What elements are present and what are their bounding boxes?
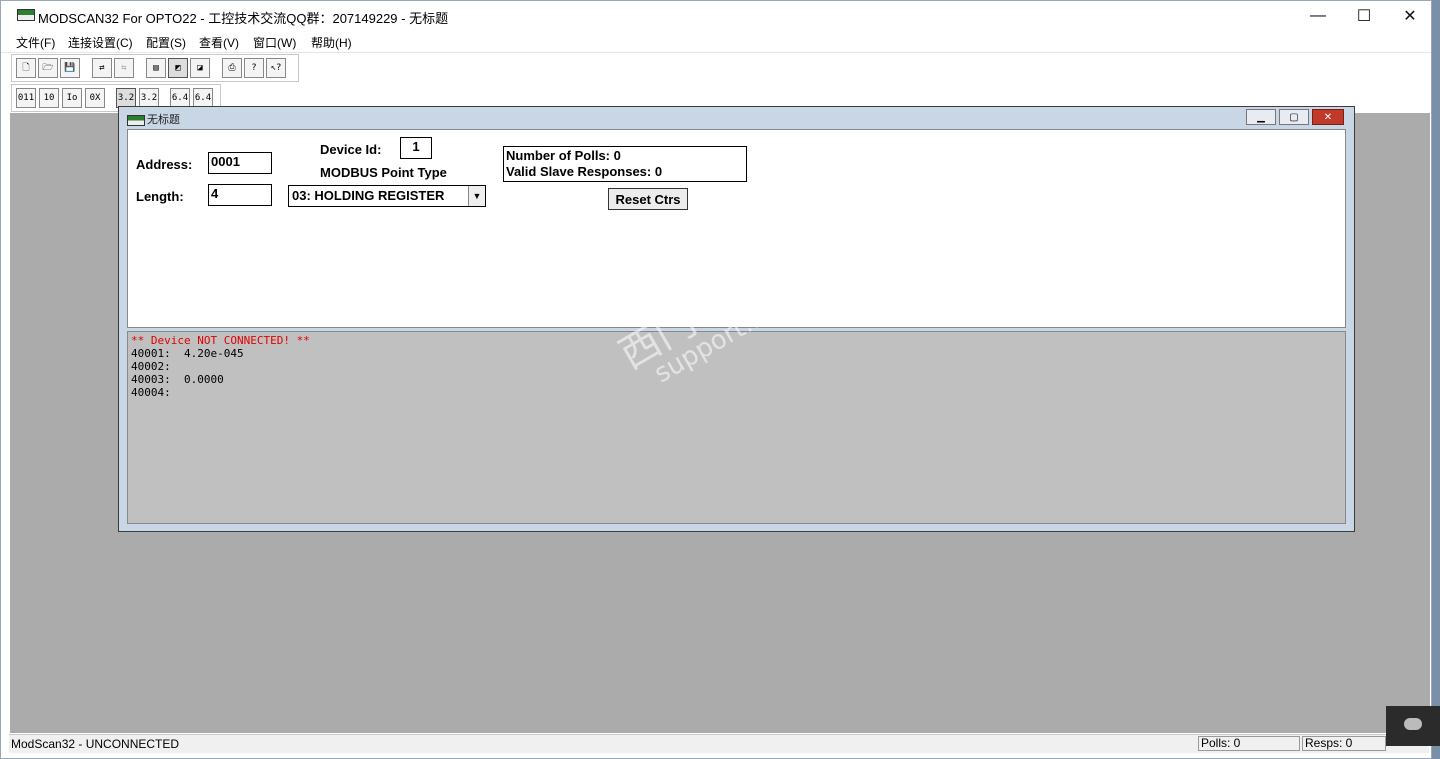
register-row-40004[interactable]: 40004: xyxy=(131,386,1342,399)
new-file-icon[interactable]: 🗋 xyxy=(16,58,36,78)
length-label: Length: xyxy=(136,189,184,204)
register-row-40001[interactable]: 40001: 4.20e-045 xyxy=(131,347,1342,360)
status-polls: Polls: 0 xyxy=(1198,736,1300,751)
display-data-icon[interactable]: ◪ xyxy=(190,58,210,78)
format-binary-icon[interactable]: 011 xyxy=(16,88,36,108)
register-row-40002[interactable]: 40002: xyxy=(131,360,1342,373)
connection-status: ModScan32 - UNCONNECTED xyxy=(11,737,180,751)
window-title: MODSCAN32 For OPTO22 - 工控技术交流QQ群：2071492… xyxy=(38,11,449,26)
system-tray-overlay[interactable] xyxy=(1386,706,1440,746)
main-toolbar: 🗋 🗁 💾 ⇄ ⇆ ▤ ◩ ◪ ⎙ ? ↖? xyxy=(11,54,299,82)
menu-help[interactable]: 帮助(H) xyxy=(311,34,352,51)
close-button[interactable]: ✕ xyxy=(1387,1,1433,31)
cloud-icon[interactable] xyxy=(1404,718,1422,730)
document-title: 无标题 xyxy=(147,114,180,126)
menu-setup[interactable]: 配置(S) xyxy=(146,34,186,51)
print-icon[interactable]: ⎙ xyxy=(222,58,242,78)
disconnect-icon[interactable]: ⇆ xyxy=(114,58,134,78)
status-bar: ModScan32 - UNCONNECTED Polls: 0 Resps: … xyxy=(9,734,1429,753)
document-icon xyxy=(127,115,145,126)
device-id-label: Device Id: xyxy=(320,142,382,157)
help-icon[interactable]: ? xyxy=(244,58,264,78)
document-title-bar[interactable]: 无标题 ▁ ▢ ✕ xyxy=(119,107,1354,127)
number-of-polls: Number of Polls: 0 xyxy=(506,148,621,163)
menu-window[interactable]: 窗口(W) xyxy=(253,34,296,51)
poll-counters: Number of Polls: 0 Valid Slave Responses… xyxy=(503,146,747,182)
point-type-select[interactable]: 03: HOLDING REGISTER ▼ xyxy=(288,185,486,207)
menu-file[interactable]: 文件(F) xyxy=(16,34,55,51)
display-text-icon[interactable]: ▤ xyxy=(146,58,166,78)
menu-view[interactable]: 查看(V) xyxy=(199,34,239,51)
poll-settings-pane: Address: 0001 Length: 4 Device Id: 1 MOD… xyxy=(127,129,1346,328)
point-type-label: MODBUS Point Type xyxy=(320,165,447,180)
minimize-button[interactable]: — xyxy=(1295,1,1341,31)
register-row-40003[interactable]: 40003: 0.0000 xyxy=(131,373,1342,386)
connect-icon[interactable]: ⇄ xyxy=(92,58,112,78)
menu-connection[interactable]: 连接设置(C) xyxy=(68,34,133,51)
format-double-icon[interactable]: 6.4 xyxy=(170,88,190,108)
connection-error: ** Device NOT CONNECTED! ** xyxy=(131,334,310,347)
device-id-input[interactable]: 1 xyxy=(400,137,432,159)
point-type-value: 03: HOLDING REGISTER xyxy=(292,188,445,203)
format-decimal-icon[interactable]: 10 xyxy=(39,88,59,108)
context-help-icon[interactable]: ↖? xyxy=(266,58,286,78)
main-window: MODSCAN32 For OPTO22 - 工控技术交流QQ群：2071492… xyxy=(0,0,1432,759)
document-maximize-button[interactable]: ▢ xyxy=(1279,109,1309,125)
title-bar[interactable]: MODSCAN32 For OPTO22 - 工控技术交流QQ群：2071492… xyxy=(1,1,1431,31)
reset-counters-button[interactable]: Reset Ctrs xyxy=(608,188,688,210)
valid-slave-responses: Valid Slave Responses: 0 xyxy=(506,164,663,179)
format-hex-icon[interactable]: 0X xyxy=(85,88,105,108)
format-float-swapped-icon[interactable]: 3.2 xyxy=(139,88,159,108)
register-data-pane[interactable]: ** Device NOT CONNECTED! ** 40001: 4.20e… xyxy=(127,331,1346,524)
document-window: 无标题 ▁ ▢ ✕ Address: 0001 Length: 4 Device… xyxy=(118,106,1355,532)
menu-bar: 文件(F) 连接设置(C) 配置(S) 查看(V) 窗口(W) 帮助(H) xyxy=(1,31,1431,53)
address-label: Address: xyxy=(136,157,193,172)
document-close-button[interactable]: ✕ xyxy=(1312,109,1344,125)
format-integer-icon[interactable]: Io xyxy=(62,88,82,108)
document-minimize-button[interactable]: ▁ xyxy=(1246,109,1276,125)
format-double-swapped-icon[interactable]: 6.4 xyxy=(193,88,213,108)
status-responses: Resps: 0 xyxy=(1302,736,1386,751)
length-input[interactable]: 4 xyxy=(208,184,272,206)
save-icon[interactable]: 💾 xyxy=(60,58,80,78)
display-graph-icon[interactable]: ◩ xyxy=(168,58,188,78)
app-icon[interactable] xyxy=(17,9,35,21)
address-input[interactable]: 0001 xyxy=(208,152,272,174)
open-folder-icon[interactable]: 🗁 xyxy=(38,58,58,78)
chevron-down-icon[interactable]: ▼ xyxy=(468,186,485,206)
format-float-icon[interactable]: 3.2 xyxy=(116,88,136,108)
maximize-button[interactable]: ☐ xyxy=(1341,1,1387,31)
